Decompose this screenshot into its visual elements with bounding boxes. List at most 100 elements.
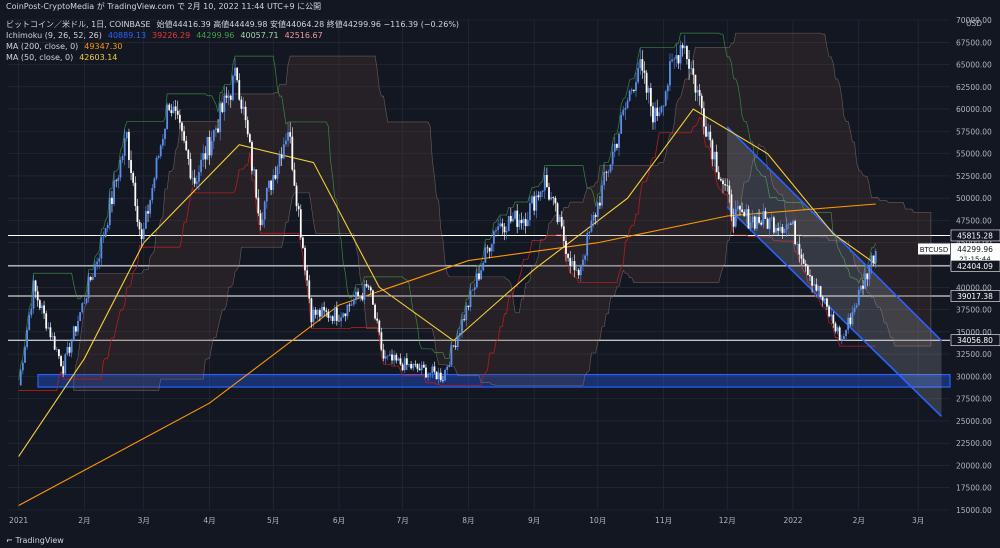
candle-body — [690, 68, 693, 69]
candle-body — [516, 210, 519, 227]
candle-body — [707, 131, 710, 137]
y-tick-label: 30000.00 — [956, 372, 992, 381]
candle-body — [826, 298, 828, 307]
candle-body — [77, 321, 79, 332]
candle-body — [681, 45, 684, 49]
candle-body — [467, 305, 470, 307]
candle-body — [49, 327, 52, 338]
candle-body — [429, 372, 432, 374]
candle-body — [590, 220, 593, 232]
candle-body — [91, 277, 94, 280]
candle-body — [287, 132, 289, 141]
y-tick-label: 25000.00 — [956, 417, 992, 426]
candle-body — [507, 215, 510, 231]
candle-body — [798, 243, 801, 255]
candle-body — [779, 226, 782, 231]
candle-body — [66, 347, 69, 355]
candle-body — [838, 327, 841, 341]
candle-body — [452, 345, 455, 347]
candle-body — [157, 156, 160, 158]
candle-body — [285, 140, 287, 145]
candle-body — [675, 55, 678, 60]
candle-body — [843, 336, 845, 339]
y-tick-label: 65000.00 — [956, 61, 992, 70]
y-tick-label: 22500.00 — [956, 439, 992, 448]
candle-body — [630, 89, 633, 92]
candle-body — [386, 355, 389, 357]
candle-body — [603, 171, 606, 186]
candle-body — [505, 230, 508, 233]
price-tag-label: 44299.96 — [957, 245, 993, 254]
candle-body — [240, 99, 243, 109]
candle-body — [552, 197, 555, 199]
candle-body — [677, 55, 680, 64]
price-chart[interactable]: 15000.00 17500.00 20000.00 22500.00 25000.00… — [0, 14, 1000, 534]
price-tag-label: 42404.09 — [957, 262, 993, 271]
x-tick-label: 12月 — [719, 516, 736, 525]
candle-body — [571, 261, 574, 266]
candle-body — [582, 259, 584, 267]
candle-body — [473, 287, 476, 290]
candle-body — [666, 85, 669, 92]
candle-body — [872, 255, 875, 264]
candle-body — [751, 216, 754, 223]
y-tick-label: 27500.00 — [956, 395, 992, 404]
candle-body — [302, 237, 304, 248]
candle-body — [643, 70, 646, 73]
candle-body — [859, 285, 862, 290]
candle-body — [478, 273, 480, 280]
candle-body — [758, 216, 760, 223]
candle-body — [654, 107, 656, 123]
candle-body — [628, 91, 631, 101]
candle-body — [327, 311, 330, 318]
candle-body — [550, 197, 553, 200]
candle-body — [123, 138, 126, 157]
candle-body — [140, 229, 143, 240]
candle-body — [338, 320, 340, 322]
candle-body — [796, 243, 799, 245]
candle-body — [282, 144, 285, 159]
candle-body — [365, 284, 368, 287]
candle-body — [857, 289, 860, 306]
candle-body — [178, 114, 181, 123]
candle-body — [128, 131, 130, 161]
x-tick-label: 3月 — [912, 516, 924, 525]
y-tick-label: 60000.00 — [956, 105, 992, 114]
candle-body — [151, 187, 154, 201]
candle-body — [53, 336, 56, 350]
candle-body — [482, 262, 485, 271]
candle-body — [227, 95, 230, 98]
candle-body — [446, 366, 449, 370]
candle-body — [376, 318, 379, 321]
candle-body — [719, 178, 722, 181]
candle-body — [70, 341, 73, 353]
candle-body — [217, 128, 219, 133]
candle-body — [736, 206, 739, 210]
price-tag-label: 34056.80 — [957, 336, 993, 345]
candle-body — [766, 218, 769, 229]
candle-body — [845, 329, 847, 337]
candle-body — [789, 223, 792, 225]
candle-body — [840, 338, 843, 341]
candle-body — [442, 380, 444, 381]
candle-body — [756, 216, 758, 229]
candle-body — [832, 314, 835, 324]
y-tick-label: 47500.00 — [956, 216, 992, 225]
candle-body — [236, 67, 239, 81]
candle-body — [401, 364, 404, 371]
candle-body — [662, 105, 665, 107]
candle-body — [253, 169, 256, 171]
candle-body — [554, 198, 557, 204]
candle-body — [147, 211, 149, 214]
candle-body — [823, 298, 826, 301]
candle-body — [185, 140, 188, 151]
candle-body — [372, 290, 374, 305]
candle-body — [433, 366, 436, 372]
candle-body — [437, 372, 440, 380]
candle-body — [811, 276, 813, 286]
candle-body — [781, 226, 784, 233]
price-tag-label: 39017.38 — [957, 292, 993, 301]
candle-body — [488, 247, 491, 252]
candle-body — [724, 184, 727, 186]
x-tick-label: 2022 — [783, 516, 802, 525]
